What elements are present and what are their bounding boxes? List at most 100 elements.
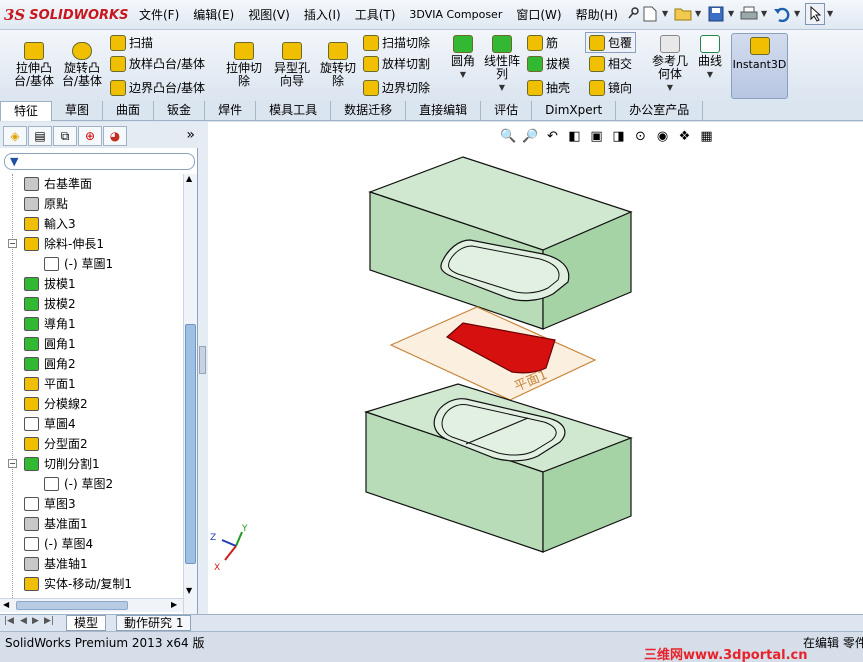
tree-item[interactable]: 拔模2	[0, 294, 183, 314]
menu-view[interactable]: 视图(V)	[241, 6, 297, 24]
tab-features[interactable]: 特征	[0, 101, 53, 121]
tree-item[interactable]: − 切削分割1	[0, 454, 183, 474]
mirror-button[interactable]: 镜向	[589, 79, 632, 96]
panel-expand-icon[interactable]: »	[186, 126, 195, 144]
sweep-cut-button[interactable]: 扫描切除	[363, 34, 430, 51]
tab-model[interactable]: 模型	[66, 615, 107, 631]
menu-edit[interactable]: 编辑(E)	[186, 6, 241, 24]
curves-dropdown-icon[interactable]: ▼	[707, 68, 713, 81]
tab-office-products[interactable]: 办公室产品	[616, 101, 704, 121]
tree-item[interactable]: 圓角2	[0, 354, 183, 374]
scroll-left-arrow-icon[interactable]: ◀	[3, 600, 9, 609]
new-dropdown-icon[interactable]: ▼	[662, 3, 671, 25]
tree-item[interactable]: 平面1	[0, 374, 183, 394]
tab-motion-study[interactable]: 動作研究 1	[116, 615, 192, 631]
tree-item[interactable]: − 除料-伸長1	[0, 234, 183, 254]
display-manager-tab-icon[interactable]: ◕	[103, 126, 127, 146]
tab-direct-editing[interactable]: 直接编辑	[406, 101, 482, 121]
menu-insert[interactable]: 插入(I)	[297, 6, 348, 24]
feature-manager-tab-icon[interactable]: ◈	[3, 126, 27, 146]
tree-item[interactable]: 基准轴1	[0, 554, 183, 574]
loft-cut-button[interactable]: 放样切割	[363, 55, 430, 72]
sweep-button[interactable]: 扫描	[110, 34, 153, 51]
tree-horizontal-scrollbar[interactable]: ◀ ▶	[0, 598, 183, 612]
tree-item[interactable]: (-) 草圖1	[0, 254, 183, 274]
tab-sheet-metal[interactable]: 钣金	[154, 101, 206, 121]
property-manager-tab-icon[interactable]: ▤	[28, 126, 52, 146]
tree-collapse-icon[interactable]: −	[8, 239, 17, 248]
solidworks-logo[interactable]: 3S SOLIDWORKS	[4, 6, 128, 24]
tree-vertical-scroll-thumb[interactable]	[185, 324, 196, 564]
menu-help[interactable]: 帮助(H)	[569, 6, 625, 24]
intersect-button[interactable]: 相交	[589, 55, 632, 72]
tree-item[interactable]: 分型面2	[0, 434, 183, 454]
splitter-grip-icon[interactable]	[199, 346, 206, 374]
wrap-button[interactable]: 包覆	[585, 32, 637, 53]
save-dropdown-icon[interactable]: ▼	[728, 3, 737, 25]
configuration-manager-tab-icon[interactable]: ⧉	[53, 126, 77, 146]
tab-sketch[interactable]: 草图	[52, 101, 104, 121]
open-dropdown-icon[interactable]: ▼	[695, 3, 704, 25]
save-icon[interactable]	[706, 3, 726, 25]
rib-button[interactable]: 筋	[527, 34, 558, 51]
undo-icon[interactable]	[772, 3, 792, 25]
open-folder-icon[interactable]	[673, 3, 693, 25]
menu-window[interactable]: 窗口(W)	[509, 6, 568, 24]
boundary-cut-button[interactable]: 边界切除	[363, 79, 430, 96]
print-icon[interactable]	[739, 3, 759, 25]
loft-button[interactable]: 放样凸台/基体	[110, 55, 205, 72]
tree-item[interactable]: (-) 草图4	[0, 534, 183, 554]
tree-vertical-scrollbar[interactable]: ▲ ▼	[183, 174, 197, 614]
new-document-icon[interactable]	[640, 3, 660, 25]
tab-data-migration[interactable]: 数据迁移	[331, 101, 407, 121]
tree-item[interactable]: 原點	[0, 194, 183, 214]
tree-item[interactable]: 草图3	[0, 494, 183, 514]
undo-dropdown-icon[interactable]: ▼	[794, 3, 803, 25]
scroll-up-arrow-icon[interactable]: ▲	[186, 174, 192, 183]
tab-mold-tools[interactable]: 模具工具	[256, 101, 332, 121]
panel-splitter[interactable]	[198, 122, 208, 614]
pattern-dropdown-icon[interactable]: ▼	[499, 81, 505, 94]
shell-button[interactable]: 抽壳	[527, 79, 570, 96]
tree-filter-input[interactable]: ▼	[4, 153, 195, 170]
dimxpert-manager-tab-icon[interactable]: ⊕	[78, 126, 102, 146]
scroll-right-arrow-icon[interactable]: ▶	[171, 600, 177, 609]
reference-geometry-button[interactable]: 参考几何体 ▼	[650, 35, 690, 94]
curves-button[interactable]: 曲线 ▼	[694, 35, 726, 81]
menu-tools[interactable]: 工具(T)	[348, 6, 403, 24]
boundary-boss-button[interactable]: 边界凸台/基体	[110, 79, 205, 96]
scroll-down-arrow-icon[interactable]: ▼	[186, 586, 192, 595]
tab-dimxpert[interactable]: DimXpert	[532, 101, 617, 121]
tree-item[interactable]: 導角1	[0, 314, 183, 334]
tab-nav-prev-icon[interactable]: ◀	[20, 616, 27, 626]
tree-collapse-icon[interactable]: −	[8, 459, 17, 468]
tree-item[interactable]: (-) 草图2	[0, 474, 183, 494]
extrude-boss-button[interactable]: 拉伸凸台/基体	[8, 42, 60, 88]
tab-evaluate[interactable]: 评估	[481, 101, 533, 121]
tree-horizontal-scroll-thumb[interactable]	[16, 601, 128, 610]
tab-nav-next-icon[interactable]: ▶	[32, 616, 39, 626]
upper-mold-block[interactable]	[368, 156, 633, 330]
fillet-button[interactable]: 圆角 ▼	[448, 35, 478, 81]
tab-weldments[interactable]: 焊件	[205, 101, 257, 121]
print-dropdown-icon[interactable]: ▼	[761, 3, 770, 25]
tree-item[interactable]: 圓角1	[0, 334, 183, 354]
parting-plane-1[interactable]: 平面1	[389, 306, 597, 401]
select-dropdown-icon[interactable]: ▼	[827, 3, 836, 25]
tree-item[interactable]: 分模線2	[0, 394, 183, 414]
instant3d-button[interactable]: Instant3D	[731, 33, 788, 99]
tree-item[interactable]: 草圖4	[0, 414, 183, 434]
tree-item[interactable]: 右基準面	[0, 174, 183, 194]
tab-nav-last-icon[interactable]: ▶|	[44, 616, 54, 626]
linear-pattern-button[interactable]: 线性阵列 ▼	[482, 35, 522, 94]
tree-item[interactable]: 輸入3	[0, 214, 183, 234]
tab-nav-first-icon[interactable]: |◀	[4, 616, 14, 626]
hole-wizard-button[interactable]: 异型孔向导	[270, 42, 314, 88]
draft-button[interactable]: 拔模	[527, 55, 570, 72]
revolve-boss-button[interactable]: 旋转凸台/基体	[60, 42, 104, 88]
tree-item[interactable]: 拔模1	[0, 274, 183, 294]
extrude-cut-button[interactable]: 拉伸切除	[222, 42, 266, 88]
reference-geometry-dropdown-icon[interactable]: ▼	[667, 81, 673, 94]
select-cursor-icon[interactable]	[805, 3, 825, 25]
tab-surfaces[interactable]: 曲面	[103, 101, 155, 121]
